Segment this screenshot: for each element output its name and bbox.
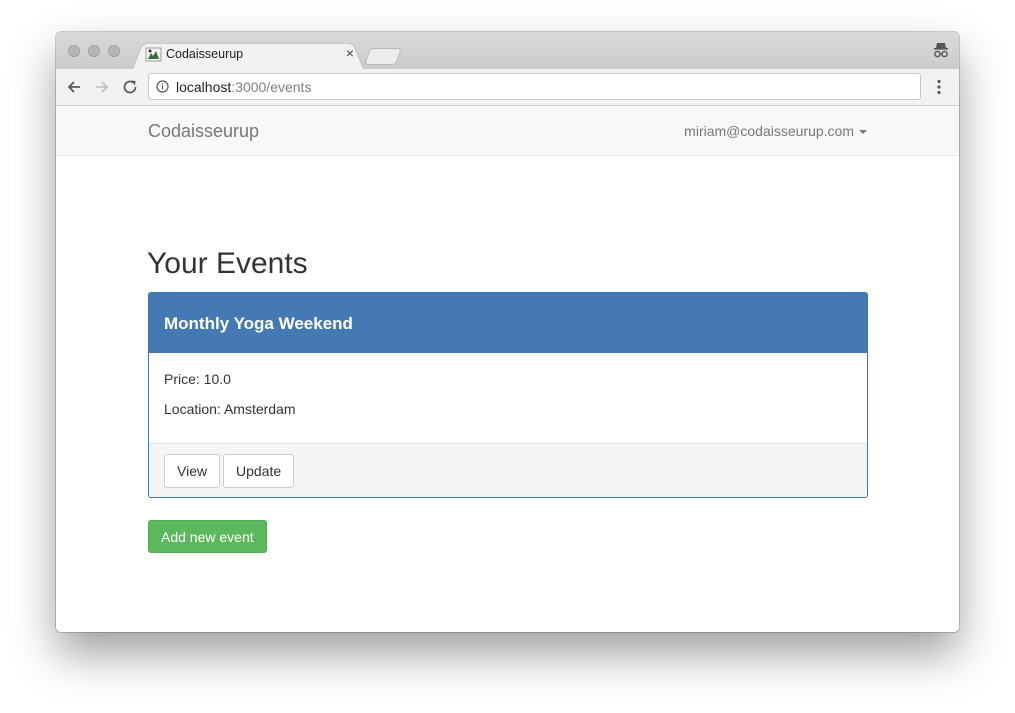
view-button[interactable]: View xyxy=(164,454,221,488)
forward-icon[interactable] xyxy=(92,77,112,97)
event-location: Location: Amsterdam xyxy=(164,401,296,417)
event-card-footer: View Update xyxy=(149,444,867,497)
incognito-icon xyxy=(934,43,948,58)
update-button[interactable]: Update xyxy=(223,454,295,488)
add-new-event-button[interactable]: Add new event xyxy=(148,520,267,553)
minimize-window-button[interactable] xyxy=(88,45,100,57)
event-card-body: Price: 10.0 Location: Amsterdam xyxy=(149,353,867,444)
browser-toolbar: localhost:3000/events xyxy=(56,69,959,106)
event-card: Monthly Yoga Weekend Price: 10.0 Locatio… xyxy=(148,292,868,498)
app-navbar: Codaisseurup miriam@codaisseurup.com xyxy=(56,106,959,156)
event-price: Price: 10.0 xyxy=(164,371,231,387)
browser-menu-icon[interactable] xyxy=(929,77,949,97)
favicon-icon xyxy=(145,47,162,62)
event-card-header: Monthly Yoga Weekend xyxy=(149,293,867,353)
back-icon[interactable] xyxy=(64,77,84,97)
new-tab-button[interactable] xyxy=(363,48,403,65)
url-text: localhost:3000/events xyxy=(176,79,311,95)
caret-down-icon xyxy=(859,130,867,135)
user-dropdown[interactable]: miriam@codaisseurup.com xyxy=(684,123,867,139)
reload-icon[interactable] xyxy=(120,77,140,97)
navbar-brand[interactable]: Codaisseurup xyxy=(148,121,259,142)
browser-window: Codaisseurup × localhost:3000/events Cod… xyxy=(56,32,959,632)
page-title: Your Events xyxy=(147,247,308,280)
address-bar[interactable]: localhost:3000/events xyxy=(148,73,921,100)
url-host: localhost xyxy=(176,79,232,95)
maximize-window-button[interactable] xyxy=(108,45,120,57)
tab-title: Codaisseurup xyxy=(166,47,244,61)
close-window-button[interactable] xyxy=(68,45,80,57)
user-email: miriam@codaisseurup.com xyxy=(684,123,854,139)
browser-tab-content[interactable]: Codaisseurup × xyxy=(142,40,358,69)
url-path: :3000/events xyxy=(231,79,312,95)
title-bar: Codaisseurup × xyxy=(56,32,959,69)
close-tab-icon[interactable]: × xyxy=(346,45,354,61)
info-icon[interactable] xyxy=(156,80,169,93)
event-title: Monthly Yoga Weekend xyxy=(164,314,353,333)
page-viewport: Codaisseurup miriam@codaisseurup.com You… xyxy=(56,106,959,632)
